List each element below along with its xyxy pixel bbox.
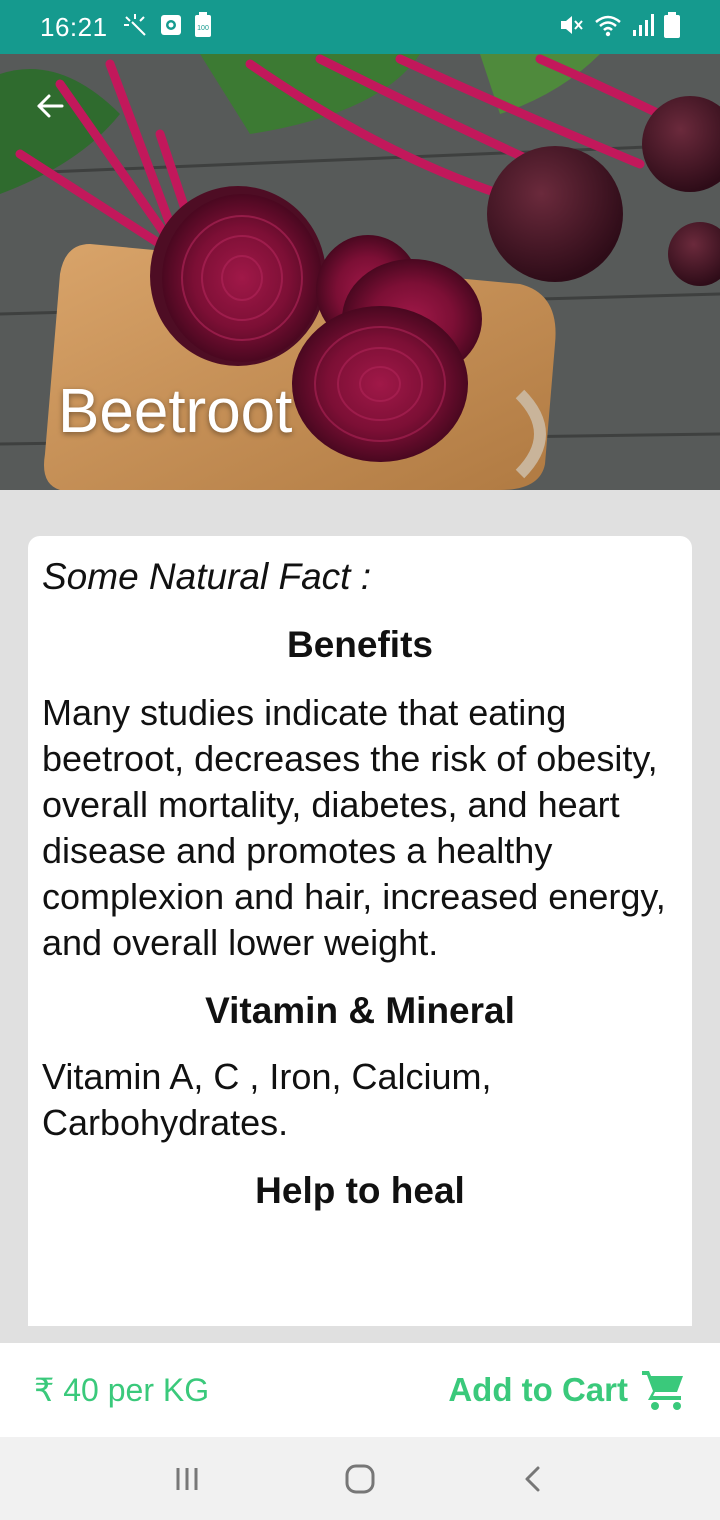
back-nav-button[interactable] [503,1449,563,1509]
shopping-cart-icon [642,1371,683,1410]
status-time: 16:21 [40,11,108,42]
add-to-cart-button[interactable]: Add to Cart [448,1368,686,1412]
brightness-auto-icon [122,12,148,43]
section-text-vitamins: Vitamin A, C , Iron, Calcium, Carbohydra… [42,1056,492,1143]
price-label: ₹ 40 per KG [34,1372,210,1408]
mute-icon [558,12,584,43]
home-icon [345,1464,375,1493]
section-text-benefits: Many studies indicate that eating beetro… [42,692,666,963]
status-left-icons: 100 [122,11,212,43]
system-nav-bar [0,1437,720,1520]
recent-apps-icon [176,1467,198,1490]
battery-icon [664,11,680,43]
back-icon [525,1466,540,1491]
screen-record-icon [160,14,182,41]
battery-saver-icon: 100 [194,11,212,43]
wifi-icon [594,13,622,42]
arrow-left-icon [37,94,64,118]
bottom-bar: ₹ 40 per KG Add to Cart [0,1343,720,1437]
signal-icon [632,13,654,42]
recent-apps-button[interactable] [157,1449,217,1509]
hero-image: Beetroot [0,54,720,490]
home-button[interactable] [330,1449,390,1509]
section-heading-heal: Help to heal [255,1170,465,1211]
status-right-icons [558,11,680,43]
back-button[interactable] [28,84,72,128]
section-heading-vitamins: Vitamin & Mineral [205,990,515,1031]
status-bar: 16:21 100 [0,0,720,54]
product-title: Beetroot [58,377,293,446]
facts-card: Some Natural Fact : Benefits Many studie… [28,536,692,1326]
add-to-cart-label: Add to Cart [448,1371,628,1408]
fact-label: Some Natural Fact : [42,556,372,597]
section-heading-benefits: Benefits [287,624,433,665]
svg-text:100: 100 [197,25,209,32]
